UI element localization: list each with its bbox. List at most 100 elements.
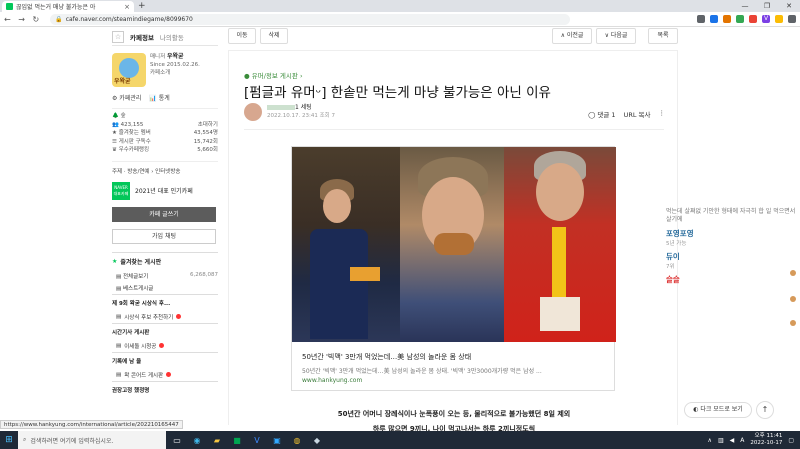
menu-item-all-posts[interactable]: ▤ 전체글보기 6,268,087 bbox=[112, 270, 218, 282]
board-link[interactable]: ● 유머/정보 게시판 › bbox=[244, 70, 303, 80]
extension-icon[interactable]: V bbox=[762, 15, 770, 23]
member-stats: 🌲 숲 👥 423,155 초대하기 ★ 즐겨찾는 멤버 43,554명 ☰ 게시… bbox=[112, 109, 218, 158]
member-count[interactable]: 👥 423,155 bbox=[112, 121, 143, 130]
author-nickname[interactable]: 1 세팅 bbox=[267, 104, 335, 112]
divider bbox=[112, 160, 218, 162]
extension-icon[interactable] bbox=[736, 15, 744, 23]
emoji-icon bbox=[790, 296, 796, 302]
file-explorer-icon[interactable]: ▰ bbox=[208, 431, 226, 449]
profile-info: 매니저 우왁굳 Since 2015.02.26. 카페소개 bbox=[150, 53, 200, 87]
photo-1 bbox=[292, 147, 400, 342]
box-shape bbox=[540, 297, 580, 331]
extensions-bar: V bbox=[697, 15, 796, 23]
list-button[interactable]: 목록 bbox=[648, 28, 678, 44]
stat-row: ♛ 우수카페랭킹 5,660회 bbox=[112, 147, 218, 153]
v-app-icon[interactable]: V bbox=[248, 431, 266, 449]
cafe-topic[interactable]: 주제 · 방송/연예 › 인터넷방송 bbox=[112, 165, 218, 177]
close-window-button[interactable]: ✕ bbox=[778, 0, 800, 12]
card-description: 50년간 '빅맥' 3만개 먹었는데…美 남성의 놀라운 몸 상태. '빅맥' … bbox=[302, 368, 542, 375]
delete-button[interactable]: 삭제 bbox=[260, 28, 288, 44]
menu-item-best-posts[interactable]: ▤ 베스트게시글 bbox=[112, 282, 218, 294]
manager-name[interactable]: 우왁굳 bbox=[167, 53, 184, 60]
tray-chevron-icon[interactable]: ∧ bbox=[708, 437, 712, 444]
cafe-manage-link[interactable]: ⚙ 카페관리 bbox=[112, 93, 141, 102]
move-button[interactable]: 이동 bbox=[228, 28, 256, 44]
extension-icon[interactable] bbox=[697, 15, 705, 23]
extension-icon[interactable] bbox=[710, 15, 718, 23]
extension-icon[interactable] bbox=[749, 15, 757, 23]
network-icon[interactable]: ▥ bbox=[718, 437, 724, 444]
tab-my-activity[interactable]: 나의활동 bbox=[160, 32, 184, 42]
new-tab-button[interactable]: + bbox=[138, 1, 146, 11]
edge-icon[interactable]: ◉ bbox=[188, 431, 206, 449]
photo-3 bbox=[504, 147, 616, 342]
extension-icon[interactable] bbox=[723, 15, 731, 23]
write-post-button[interactable]: 카페 글쓰기 bbox=[112, 206, 216, 222]
notification-icon[interactable]: ▢ bbox=[788, 437, 794, 444]
avatar-text: 우왁굳 bbox=[114, 78, 131, 85]
cafe-profile: 우왁굳 매니저 우왁굳 Since 2015.02.26. 카페소개 bbox=[112, 46, 218, 91]
comments-link[interactable]: ◯ 댓글 1 bbox=[588, 109, 616, 119]
volume-icon[interactable]: ◀ bbox=[730, 437, 735, 444]
photoshop-icon[interactable]: ▣ bbox=[268, 431, 286, 449]
cafe-intro-link[interactable]: 카페소개 bbox=[150, 69, 200, 77]
invite-link[interactable]: 초대하기 bbox=[198, 121, 218, 130]
task-view-icon[interactable]: ▭ bbox=[168, 431, 186, 449]
ranking-entry[interactable]: 슬슬 bbox=[666, 274, 800, 285]
more-icon[interactable]: ⋮ bbox=[659, 109, 666, 119]
author-avatar[interactable] bbox=[244, 103, 262, 121]
maximize-button[interactable]: ❐ bbox=[756, 0, 778, 12]
face-shape bbox=[323, 189, 351, 223]
status-url: https://www.hankyung.com/international/a… bbox=[0, 420, 183, 429]
taskbar-apps: ▭ ◉ ▰ ■ V ▣ ◍ ◆ bbox=[168, 431, 326, 449]
menu-item[interactable]: ▤ 시상식 후보 추천하기 bbox=[112, 311, 218, 323]
link-preview-card[interactable]: 50년간 '빅맥' 3만개 먹었는데…美 남성의 놀라운 몸 상태 50년간 '… bbox=[291, 146, 616, 391]
url-text[interactable]: cafe.naver.com/steamindiegame/8099670 bbox=[66, 16, 193, 23]
tab-close-icon[interactable]: × bbox=[124, 3, 130, 11]
menu-section-title: 권장고정 했정명 bbox=[112, 380, 218, 398]
app-icon[interactable]: ■ bbox=[228, 431, 246, 449]
prev-post-button[interactable]: ∧ 이전글 bbox=[552, 28, 592, 44]
blurred-name bbox=[267, 105, 295, 110]
member-count-row: 👥 423,155 초대하기 bbox=[112, 121, 218, 130]
minimize-button[interactable]: — bbox=[734, 0, 756, 12]
join-chat-button[interactable]: 가입 채팅 bbox=[112, 228, 216, 244]
level-label: 🌲 숲 bbox=[112, 113, 126, 119]
extension-icon[interactable] bbox=[775, 15, 783, 23]
address-bar: ← → ↻ 🔒 cafe.naver.com/steamindiegame/80… bbox=[0, 12, 800, 27]
jacket-shape bbox=[310, 229, 368, 339]
reload-icon[interactable]: ↻ bbox=[33, 15, 40, 24]
clock[interactable]: 오후 11:41 2022-10-17 bbox=[750, 433, 782, 447]
forward-icon[interactable]: → bbox=[18, 15, 25, 24]
nav-buttons: ← → ↻ bbox=[4, 15, 44, 24]
url-copy-button[interactable]: URL 복사 bbox=[624, 109, 651, 119]
favorite-star-icon[interactable]: ☆ bbox=[112, 30, 124, 43]
omnibox[interactable]: 🔒 cafe.naver.com/steamindiegame/8099670 bbox=[50, 13, 571, 25]
tab-title: 끊임없 먹는거 매냥 불가능은 아 bbox=[16, 4, 96, 11]
browser-tab[interactable]: 끊임없 먹는거 매냥 불가능은 아 × bbox=[2, 1, 134, 12]
award-text[interactable]: 2021년 대표 인기카페 bbox=[135, 186, 193, 195]
ranking-entry[interactable]: 포영포영 5년 가능 bbox=[666, 228, 800, 247]
steam-icon[interactable]: ◆ bbox=[308, 431, 326, 449]
scroll-to-top-button[interactable]: ↑ bbox=[756, 401, 774, 419]
extension-icon[interactable] bbox=[788, 15, 796, 23]
stat-row: ★ 즐겨찾는 멤버 43,554명 bbox=[112, 130, 218, 136]
windows-start-icon[interactable]: ⊞ bbox=[0, 431, 18, 449]
tab-bar: 끊임없 먹는거 매냥 불가능은 아 × + — ❐ ✕ bbox=[0, 0, 800, 12]
menu-item[interactable]: ▤ 왁 콘어드 게시판 bbox=[112, 369, 218, 381]
stats-link[interactable]: 📊 통계 bbox=[149, 93, 169, 102]
ranking-entry[interactable]: 듀이 7위 bbox=[666, 251, 800, 270]
tab-cafe-info[interactable]: 카페정보 bbox=[130, 32, 154, 42]
taskbar-search[interactable]: ⌕ 검색하려면 여기에 입력하십시오. bbox=[18, 431, 166, 449]
ime-icon[interactable]: A bbox=[740, 437, 744, 444]
manager-label: 매니저 bbox=[150, 54, 166, 60]
new-badge-icon bbox=[166, 372, 172, 377]
dark-mode-button[interactable]: ◐ 다크 모드로 보기 bbox=[684, 402, 752, 418]
tie-shape bbox=[552, 227, 566, 297]
next-post-button[interactable]: ∨ 다음글 bbox=[596, 28, 636, 44]
article-title: [펌글과 유머ᵕ] 한솥만 먹는게 마냥 불가능은 아닌 이유 bbox=[244, 85, 551, 101]
menu-item[interactable]: ▤ 이세돌 시청공 bbox=[112, 340, 218, 352]
back-icon[interactable]: ← bbox=[4, 15, 11, 24]
cafe-avatar[interactable]: 우왁굳 bbox=[112, 53, 146, 87]
chrome-icon[interactable]: ◍ bbox=[288, 431, 306, 449]
